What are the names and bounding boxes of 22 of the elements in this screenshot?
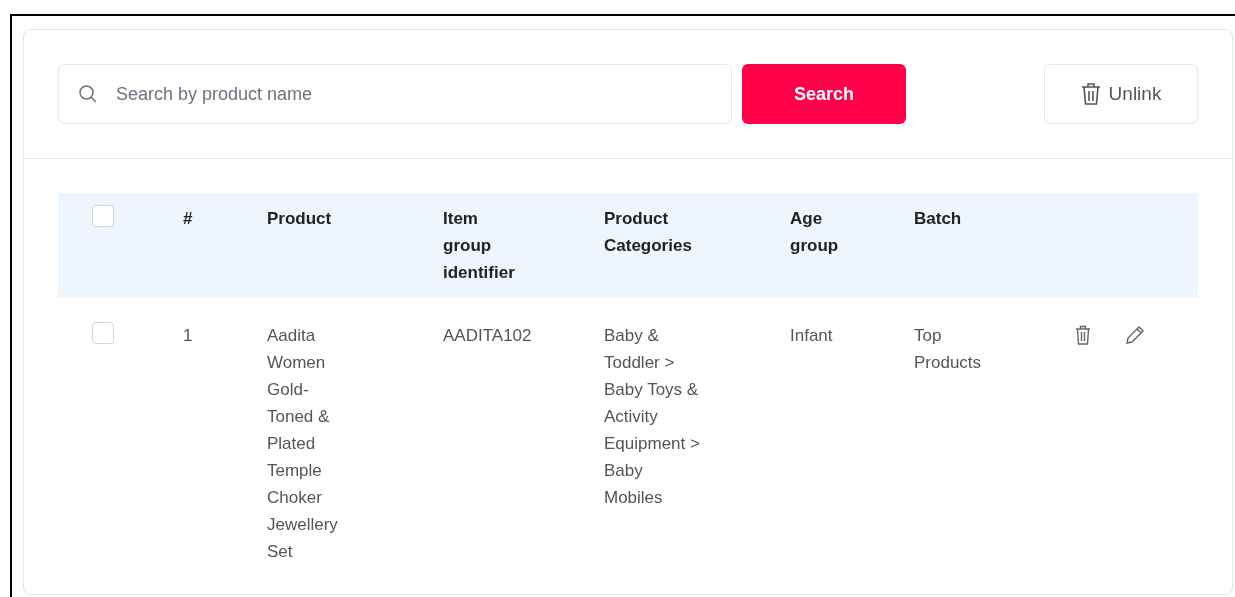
column-header: Batch [914,208,963,230]
table-cell-text: Infant [790,325,834,347]
checkbox[interactable] [92,322,114,344]
unlink-button[interactable]: Unlink [1044,64,1198,124]
table-cell-text: Baby & Toddler > Baby Toys & Activity Equipment > Baby Mobiles [604,325,701,509]
checkbox[interactable] [92,205,114,227]
search-field[interactable]: Search by product name [58,64,732,124]
column-header: Age group [790,208,840,257]
trash-icon [1075,325,1091,345]
pencil-icon [1125,325,1145,345]
edit-button[interactable] [1125,325,1145,345]
search-icon [78,84,98,104]
delete-button[interactable] [1075,325,1091,345]
table-cell-text: Aadita Women Gold-Toned & Plated Temple Choker Jewellery Set [267,325,337,563]
table-cell-text: 1 [183,325,194,347]
column-header: Product [267,208,333,230]
search-button[interactable]: Search [742,64,906,124]
trash-icon [1080,82,1101,106]
column-header: Product Categories [604,208,693,257]
column-header: # [183,208,194,230]
column-header: Item group identifier [443,208,516,284]
table-cell-text: Top Products [914,325,983,374]
